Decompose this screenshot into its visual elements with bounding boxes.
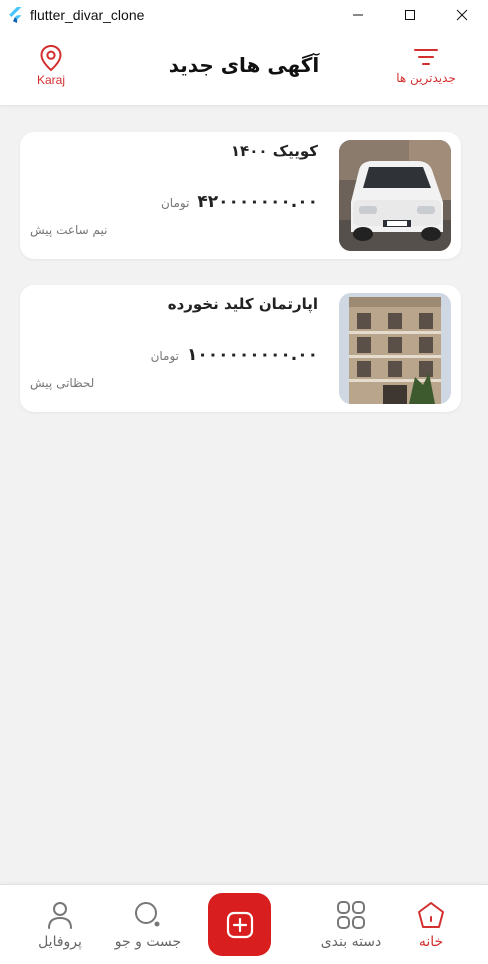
window-title: flutter_divar_clone xyxy=(30,7,145,23)
maximize-button[interactable] xyxy=(384,0,436,30)
listing-price-row: ۴۲۰۰۰۰۰۰۰.۰۰ تومان xyxy=(161,192,318,212)
listing-time: نیم ساعت پیش xyxy=(30,223,108,237)
listing-card[interactable]: کوییک ۱۴۰۰ ۴۲۰۰۰۰۰۰۰.۰۰ تومان نیم ساعت پ… xyxy=(20,132,461,259)
window-titlebar: flutter_divar_clone xyxy=(0,0,488,30)
listing-price-row: ۱۰۰۰۰۰۰۰۰۰.۰۰ تومان xyxy=(151,345,318,365)
listing-card[interactable]: اپارتمان کلید نخورده ۱۰۰۰۰۰۰۰۰۰.۰۰ تومان… xyxy=(20,285,461,412)
listing-thumbnail-apartment xyxy=(339,293,451,404)
listing-price: ۱۰۰۰۰۰۰۰۰۰.۰۰ xyxy=(187,345,318,365)
nav-label-categories: دسته بندی xyxy=(320,934,382,950)
flutter-logo-icon xyxy=(9,7,22,23)
user-icon xyxy=(48,902,72,929)
bottom-navigation: پروفایل جست و جو دسته بندی خانه xyxy=(0,884,488,964)
nav-item-search[interactable]: جست و جو xyxy=(113,900,183,950)
listing-title: کوییک ۱۴۰۰ xyxy=(230,142,318,160)
listing-price: ۴۲۰۰۰۰۰۰۰.۰۰ xyxy=(197,192,318,212)
listing-time: لحظاتی پیش xyxy=(30,376,95,390)
plus-icon xyxy=(226,911,253,938)
listing-currency: تومان xyxy=(150,349,180,363)
close-icon xyxy=(456,9,468,21)
nav-item-categories[interactable]: دسته بندی xyxy=(316,900,386,950)
nav-label-profile: پروفایل xyxy=(38,934,82,950)
filter-sort-icon xyxy=(414,49,438,65)
listing-thumbnail-car xyxy=(339,140,451,251)
sort-label: جدیدترین ها xyxy=(396,71,456,85)
nav-item-home[interactable]: خانه xyxy=(396,900,466,950)
home-icon xyxy=(418,902,444,928)
grid-icon xyxy=(337,901,365,929)
listing-title: اپارتمان کلید نخورده xyxy=(167,295,318,313)
minimize-button[interactable] xyxy=(332,0,384,30)
add-listing-button[interactable] xyxy=(208,893,271,956)
nav-label-home: خانه xyxy=(418,934,444,950)
minimize-icon xyxy=(353,14,363,16)
sort-button[interactable]: جدیدترین ها xyxy=(386,46,466,85)
app-bar: Karaj آگهی های جدید جدیدترین ها xyxy=(0,30,488,106)
close-button[interactable] xyxy=(436,0,488,30)
listing-currency: تومان xyxy=(160,196,190,210)
maximize-icon xyxy=(405,10,415,20)
nav-label-search: جست و جو xyxy=(114,934,182,950)
window-controls xyxy=(332,0,488,30)
search-icon xyxy=(135,902,160,927)
nav-item-profile[interactable]: پروفایل xyxy=(25,900,95,950)
